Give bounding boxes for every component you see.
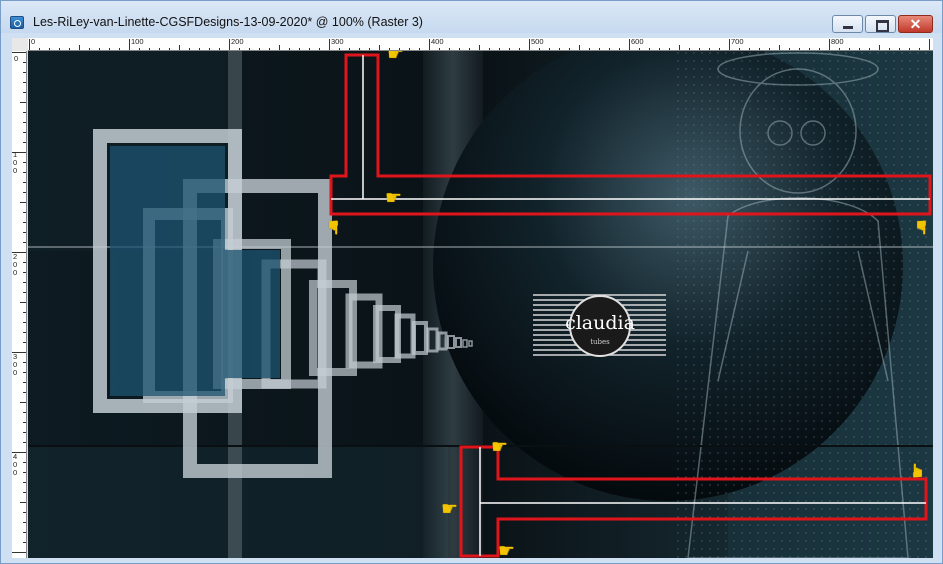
maximize-button[interactable] — [865, 15, 896, 33]
horizontal-ruler-ticks — [29, 39, 930, 50]
horizontal-ruler[interactable]: 0 100 200 300 400 500 600 700 800 — [28, 38, 933, 51]
vruler-label: 0 — [14, 54, 19, 63]
image-canvas[interactable]: claudia tubes ☛ ☛ ☛ ☛ ☛ ☛ ☛ ☛ — [28, 51, 933, 558]
vruler-label: 100 — [13, 150, 18, 175]
minimize-button[interactable] — [832, 15, 863, 33]
app-image-icon[interactable] — [10, 16, 24, 29]
artwork: claudia tubes — [28, 51, 933, 558]
pointing-hand-icon: ☛ — [385, 188, 403, 209]
vruler-label: 400 — [13, 452, 18, 477]
vruler-label: 300 — [13, 352, 18, 377]
pointing-hand-icon: ☛ — [441, 499, 459, 520]
ruler-corner — [12, 38, 28, 51]
vruler-label: 200 — [13, 252, 18, 277]
hruler-label: 600 — [631, 38, 644, 46]
pointing-hand-icon: ☛ — [322, 218, 344, 237]
hruler-label: 800 — [831, 38, 844, 46]
watermark-text: claudia — [565, 312, 635, 334]
pointing-hand-icon: ☛ — [387, 51, 405, 65]
hruler-label: 500 — [531, 38, 544, 46]
hruler-label: 700 — [731, 38, 744, 46]
title-bar[interactable]: Les-RiLey-van-Linette-CGSFDesigns-13-09-… — [1, 1, 942, 33]
window-title: Les-RiLey-van-Linette-CGSFDesigns-13-09-… — [33, 15, 423, 29]
pointing-hand-icon: ☛ — [908, 461, 930, 480]
pointing-hand-icon: ☛ — [491, 437, 509, 458]
hruler-label: 100 — [131, 38, 144, 46]
pointing-hand-icon: ☛ — [498, 541, 516, 558]
hruler-label: 300 — [331, 38, 344, 46]
maximize-icon — [866, 16, 895, 32]
close-icon: ✕ — [909, 16, 922, 32]
hruler-label: 200 — [231, 38, 244, 46]
minimize-icon — [833, 16, 862, 32]
vertical-ruler[interactable]: 0 100 200 300 400 — [12, 51, 27, 558]
close-button[interactable]: ✕ — [898, 15, 933, 33]
pointing-hand-icon: ☛ — [910, 218, 932, 237]
app-window: Les-RiLey-van-Linette-CGSFDesigns-13-09-… — [0, 0, 943, 564]
vertical-ruler-ticks — [12, 52, 26, 553]
hruler-label: 400 — [431, 38, 444, 46]
watermark-subtext: tubes — [590, 338, 610, 346]
hruler-label: 0 — [31, 38, 36, 46]
